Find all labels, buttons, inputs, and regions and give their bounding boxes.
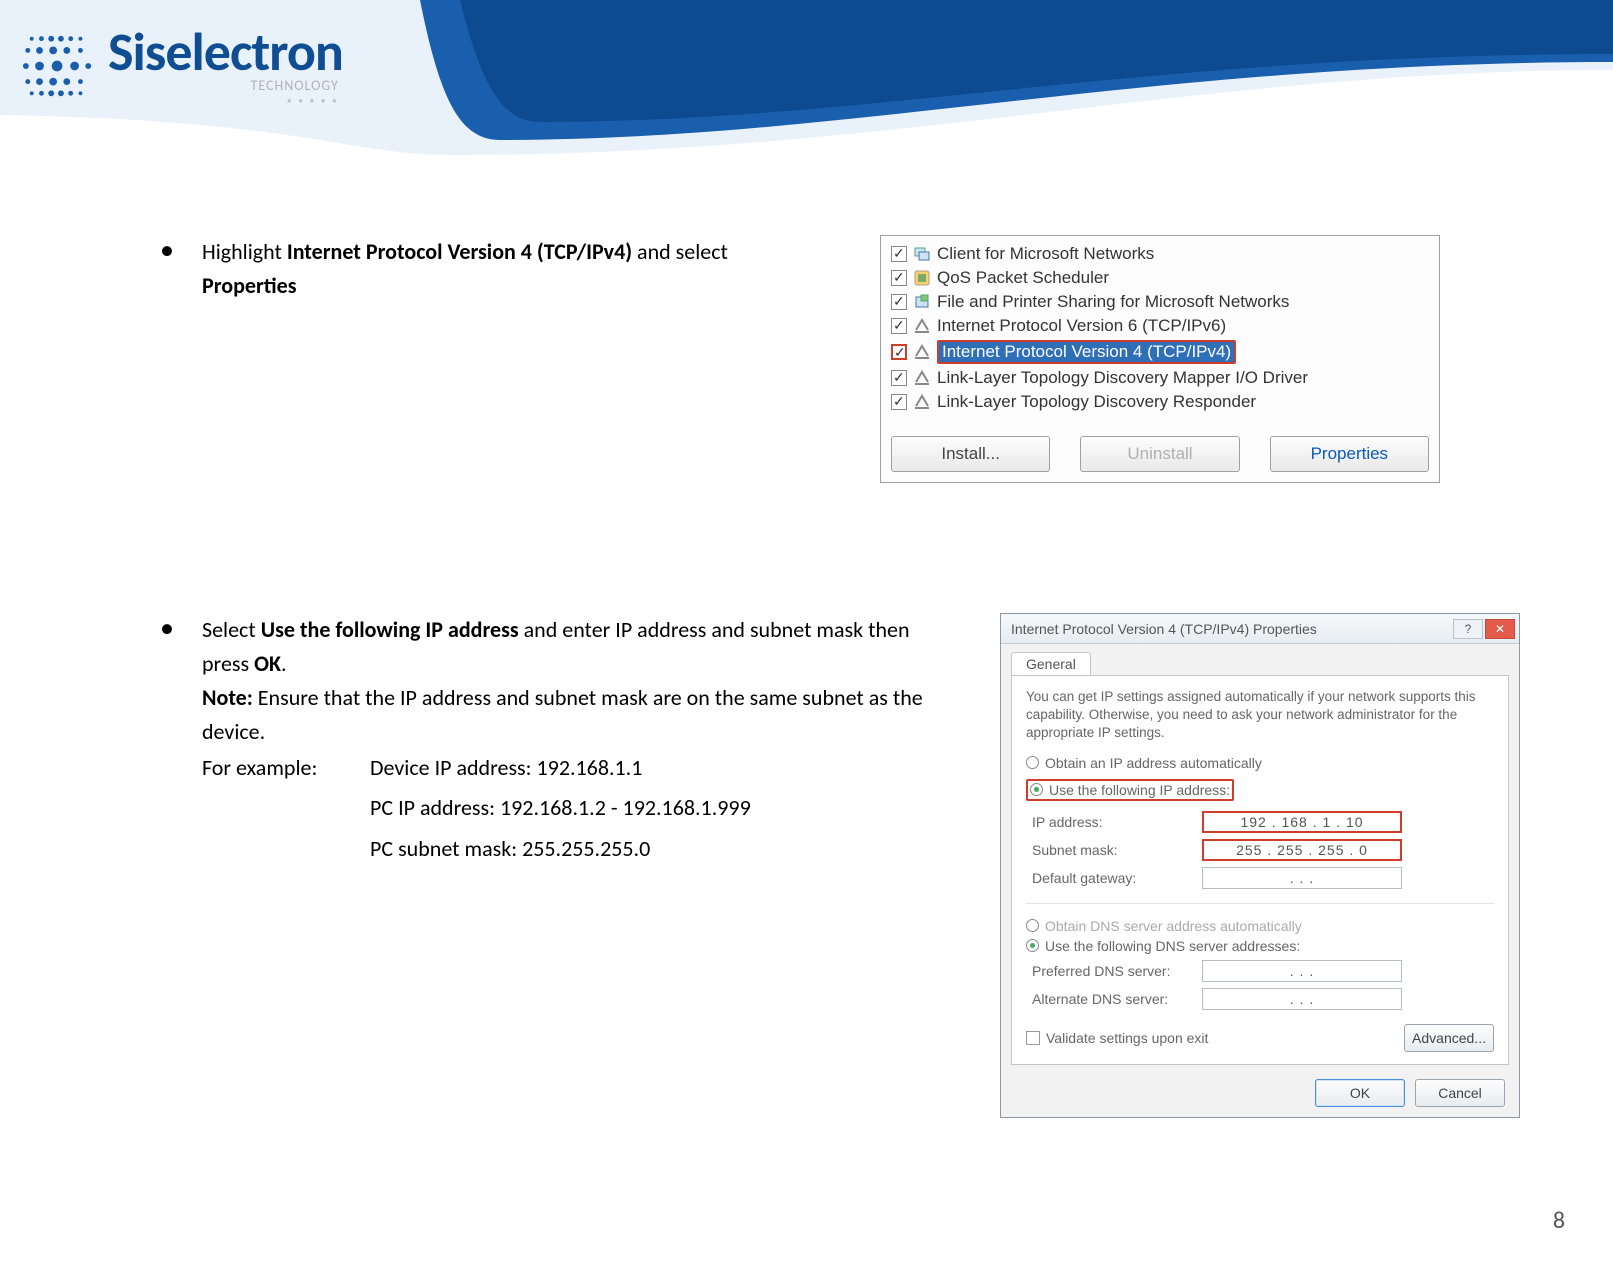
radio-static-ip[interactable]: Use the following IP address: (1026, 779, 1234, 801)
net-item[interactable]: Link-Layer Topology Discovery Responder (889, 390, 1431, 414)
dialog-description: You can get IP settings assigned automat… (1026, 688, 1494, 743)
protocol-icon (913, 369, 931, 387)
net-item[interactable]: File and Printer Sharing for Microsoft N… (889, 290, 1431, 314)
checkbox-icon[interactable] (891, 246, 907, 262)
properties-button[interactable]: Properties (1270, 436, 1429, 472)
client-icon (913, 245, 931, 263)
protocol-icon (913, 317, 931, 335)
radio-auto-dns: Obtain DNS server address automatically (1026, 918, 1494, 934)
brand-logo: Siselectron TECHNOLOGY • • • • • (20, 25, 343, 107)
checkbox-icon[interactable] (891, 370, 907, 386)
net-item-label: Client for Microsoft Networks (937, 244, 1154, 264)
radio-auto-ip[interactable]: Obtain an IP address automatically (1026, 755, 1494, 771)
help-icon[interactable]: ? (1453, 619, 1483, 639)
checkbox-icon[interactable] (891, 294, 907, 310)
cancel-button[interactable]: Cancel (1415, 1079, 1505, 1107)
example-line: Device IP address: 192.168.1.1 (370, 751, 960, 785)
checkbox-icon[interactable] (891, 318, 907, 334)
instruction-step-2: Select Use the following IP address and … (160, 613, 960, 866)
net-item[interactable]: Link-Layer Topology Discovery Mapper I/O… (889, 366, 1431, 390)
close-icon[interactable]: ✕ (1485, 619, 1515, 639)
logo-dots-icon (20, 27, 98, 105)
checkbox-icon[interactable] (891, 394, 907, 410)
brand-name: Siselectron (108, 25, 343, 79)
subnet-mask-field[interactable]: 255 . 255 . 255 . 0 (1202, 839, 1402, 861)
validate-label: Validate settings upon exit (1046, 1030, 1208, 1046)
brand-subtitle: TECHNOLOGY (108, 77, 343, 94)
validate-checkbox[interactable] (1026, 1031, 1040, 1045)
net-item-label: QoS Packet Scheduler (937, 268, 1109, 288)
uninstall-button: Uninstall (1080, 436, 1239, 472)
net-item-label: File and Printer Sharing for Microsoft N… (937, 292, 1289, 312)
net-item[interactable]: QoS Packet Scheduler (889, 266, 1431, 290)
net-item[interactable]: Internet Protocol Version 6 (TCP/IPv6) (889, 314, 1431, 338)
ipv4-properties-dialog: Internet Protocol Version 4 (TCP/IPv4) P… (1000, 613, 1520, 1118)
net-item-selected[interactable]: Internet Protocol Version 4 (TCP/IPv4) (889, 338, 1431, 366)
dialog-title: Internet Protocol Version 4 (TCP/IPv4) P… (1011, 621, 1317, 637)
page-number: 8 (1553, 1206, 1565, 1235)
dialog-titlebar: Internet Protocol Version 4 (TCP/IPv4) P… (1001, 614, 1519, 644)
install-button[interactable]: Install... (891, 436, 1050, 472)
gateway-label: Default gateway: (1032, 870, 1202, 886)
qos-icon (913, 269, 931, 287)
pref-dns-label: Preferred DNS server: (1032, 963, 1202, 979)
example-line: PC subnet mask: 255.255.255.0 (370, 832, 960, 866)
example-label: For example: (202, 751, 362, 785)
network-items-panel: Client for Microsoft Networks QoS Packet… (880, 235, 1440, 483)
ok-button[interactable]: OK (1315, 1079, 1405, 1107)
net-item-label: Link-Layer Topology Discovery Responder (937, 392, 1256, 412)
pref-dns-field[interactable]: . . . (1202, 960, 1402, 982)
protocol-icon (913, 343, 931, 361)
instruction-step-1: Highlight Internet Protocol Version 4 (T… (160, 235, 840, 303)
net-item-label: Link-Layer Topology Discovery Mapper I/O… (937, 368, 1308, 388)
radio-icon (1026, 919, 1039, 932)
gateway-field[interactable]: . . . (1202, 867, 1402, 889)
dialog-body: You can get IP settings assigned automat… (1011, 675, 1509, 1065)
checkbox-icon[interactable] (891, 344, 907, 360)
net-item[interactable]: Client for Microsoft Networks (889, 242, 1431, 266)
advanced-button[interactable]: Advanced... (1404, 1024, 1494, 1052)
protocol-icon (913, 393, 931, 411)
subnet-mask-label: Subnet mask: (1032, 842, 1202, 858)
net-item-label-selected: Internet Protocol Version 4 (TCP/IPv4) (937, 340, 1236, 364)
ip-address-field[interactable]: 192 . 168 . 1 . 10 (1202, 811, 1402, 833)
checkbox-icon[interactable] (891, 270, 907, 286)
radio-static-dns[interactable]: Use the following DNS server addresses: (1026, 938, 1494, 954)
file-share-icon (913, 293, 931, 311)
net-item-label: Internet Protocol Version 6 (TCP/IPv6) (937, 316, 1226, 336)
alt-dns-label: Alternate DNS server: (1032, 991, 1202, 1007)
brand-ornament: • • • • • (108, 94, 343, 107)
ip-address-label: IP address: (1032, 814, 1202, 830)
alt-dns-field[interactable]: . . . (1202, 988, 1402, 1010)
tab-general[interactable]: General (1011, 652, 1091, 675)
page-banner: Siselectron TECHNOLOGY • • • • • (0, 0, 1613, 155)
radio-icon[interactable] (1026, 756, 1039, 769)
radio-icon[interactable] (1026, 939, 1039, 952)
radio-icon[interactable] (1030, 783, 1043, 796)
example-line: PC IP address: 192.168.1.2 - 192.168.1.9… (370, 791, 960, 825)
